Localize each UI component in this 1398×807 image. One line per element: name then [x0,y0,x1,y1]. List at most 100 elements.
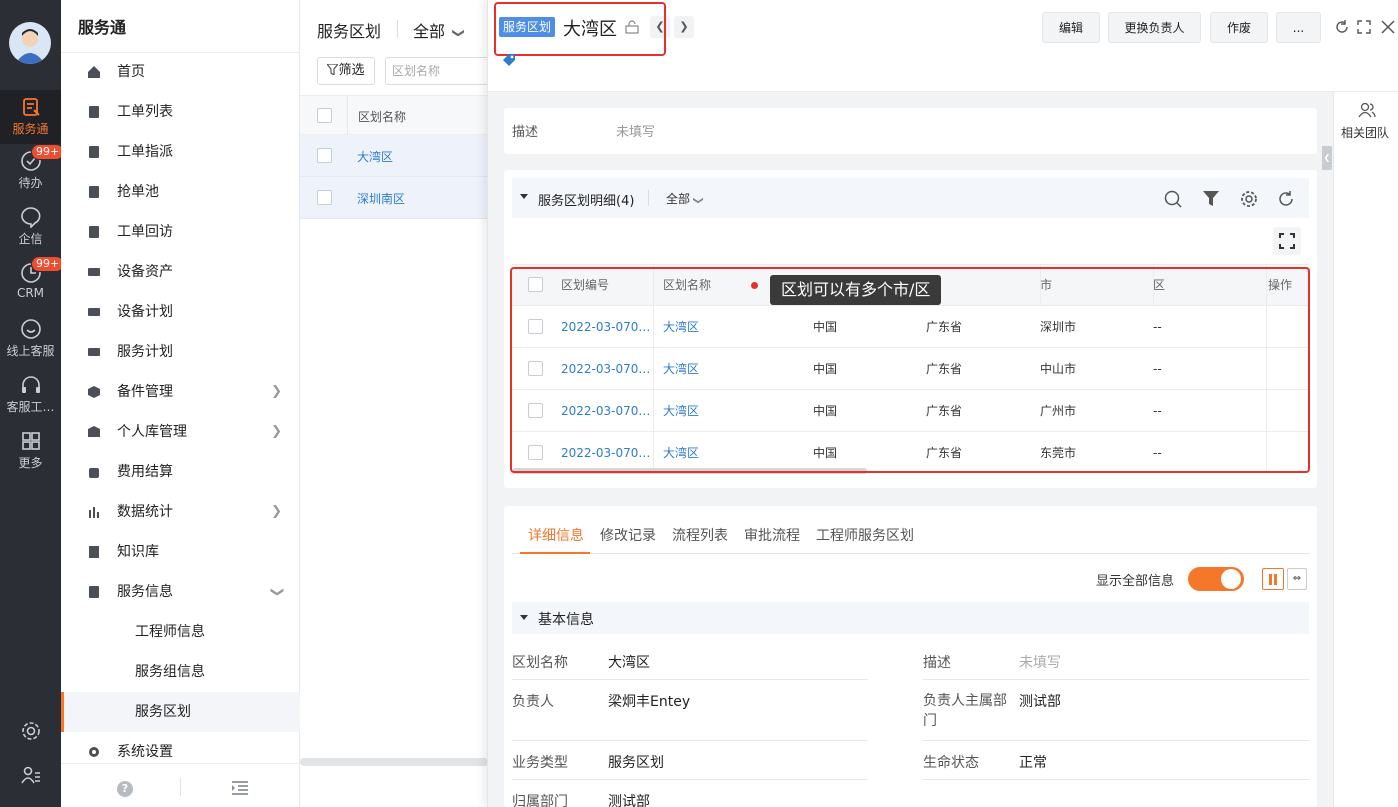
refresh-icon[interactable] [1277,190,1295,208]
rail-item-crm[interactable]: 99+ CRM [0,256,65,310]
menu-label: 数据统计 [117,504,173,520]
rail-label: 企信 [18,232,43,246]
rail-profile[interactable] [0,764,61,788]
refresh-icon[interactable] [1335,20,1349,34]
scope-dropdown[interactable]: 全部 ❯ [413,18,466,42]
help-icon[interactable]: ? [117,781,133,797]
menu-item-service-group[interactable]: 服务组信息 [61,652,300,692]
filter-label: 筛选 [338,63,365,78]
side-menu: 服务通 首页 工单列表 工单指派 抢单池 工单回访 设备资产 设备计划 服务计划… [61,0,300,807]
field-label: 区划名称 [512,655,568,671]
next-record-button[interactable]: ❯ [674,16,694,38]
user-avatar[interactable] [9,22,51,64]
filter-button[interactable]: 筛选 [317,57,375,85]
menu-label: 工单指派 [117,144,173,160]
rail-item-online-service[interactable]: 线上客服 [0,318,61,366]
region-link[interactable]: 大湾区 [357,148,393,165]
tab-details[interactable]: 详细信息 [528,525,584,545]
menu-item-engineer[interactable]: 工程师信息 [61,612,300,652]
subtable-scope-dropdown[interactable]: 全部 ❯ [666,190,704,207]
table-highlight-box [510,267,1310,473]
menu-item-service-info[interactable]: 服务信息 ❯ [61,572,300,612]
row-checkbox[interactable] [317,190,332,205]
scope-value: 全部 [413,22,446,41]
rail-item-chat[interactable]: 企信 [0,206,61,254]
change-owner-button[interactable]: 更换负责人 [1108,12,1201,43]
menu-item-revisit[interactable]: 工单回访 [61,212,300,252]
menu-item-assign[interactable]: 工单指派 [61,132,300,172]
void-button[interactable]: 作废 [1210,12,1268,43]
menu-label: 设备资产 [117,264,173,280]
gear-icon[interactable] [1240,190,1258,208]
menu-item-home[interactable]: 首页 [61,52,300,92]
rail-item-todo[interactable]: 99+ 待办 [0,144,65,198]
desc-label: 描述 [512,125,539,140]
select-all-checkbox[interactable] [317,108,332,123]
tag-icon[interactable] [501,52,517,68]
search-input[interactable]: 区划名称 [385,57,495,85]
menu-item-service-region[interactable]: 服务区划 [61,692,300,732]
row-checkbox[interactable] [317,148,332,163]
tab-history[interactable]: 修改记录 [600,525,656,545]
menu-label: 知识库 [117,544,159,560]
rail-item-more[interactable]: 更多 [0,430,61,478]
show-all-toggle[interactable] [1188,567,1244,591]
menu-item-personal-lib[interactable]: 个人库管理 ❯ [61,412,300,452]
close-icon[interactable] [1381,20,1395,34]
field-label: 描述 [923,655,951,671]
menu-item-grab-pool[interactable]: 抢单池 [61,172,300,212]
menu-item-orders[interactable]: 工单列表 [61,92,300,132]
single-column-view-button[interactable]: ⇔ [1287,568,1307,590]
tab-bar: 详细信息 修改记录 流程列表 审批流程 工程师服务区划 [512,506,1309,554]
list-item[interactable]: 深圳南区 [300,177,488,219]
collapse-side-handle[interactable]: ❯ [1322,146,1332,170]
service-icon [22,98,40,116]
rail-item-headset[interactable]: 客服工… [0,374,61,422]
region-detail-card: 服务区划明细(4) 全部 ❯ 区划编号 区划名称 国家 省 市 区 操作 [504,170,1317,488]
menu-item-knowledge[interactable]: 知识库 [61,532,300,572]
more-button[interactable]: ... [1276,12,1321,43]
horizontal-scrollbar[interactable] [300,758,488,766]
related-team-panel[interactable]: 相关团队 [1333,92,1398,807]
tab-approval[interactable]: 审批流程 [744,525,800,545]
menu-item-device-plan[interactable]: 设备计划 [61,292,300,332]
column-header: 区划名称 [358,110,407,124]
search-icon[interactable] [1164,190,1182,208]
list-item[interactable]: 大湾区 [300,135,488,177]
menu-title: 服务通 [78,18,127,37]
related-team-label: 相关团队 [1341,126,1390,140]
rail-label: 服务通 [12,122,49,136]
edit-button[interactable]: 编辑 [1042,12,1100,43]
menu-item-assets[interactable]: 设备资产 [61,252,300,292]
expand-table-button[interactable] [1273,227,1301,255]
chevron-right-icon: ❯ [271,384,282,399]
menu-label: 工单回访 [117,224,173,240]
expand-icon [1279,233,1295,249]
user-list-icon [20,766,40,784]
section-header[interactable]: 基本信息 [512,602,1309,634]
collapse-menu-icon[interactable] [231,780,249,796]
field-label: 业务类型 [512,755,568,771]
menu-item-statistics[interactable]: 数据统计 ❯ [61,492,300,532]
grab-icon [89,186,99,198]
list-title: 服务区划 [317,22,382,41]
menu-item-service-plan[interactable]: 服务计划 [61,332,300,372]
tab-engineer-region[interactable]: 工程师服务区划 [816,525,914,545]
collapse-caret-icon[interactable] [520,194,528,199]
tab-process-list[interactable]: 流程列表 [672,525,728,545]
field-value: 测试部 [608,794,650,807]
menu-item-settlement[interactable]: 费用结算 [61,452,300,492]
rail-item-service[interactable]: 服务通 [0,90,61,144]
two-column-view-button[interactable] [1262,568,1284,590]
region-link[interactable]: 深圳南区 [357,190,405,207]
rail-settings[interactable] [0,720,61,744]
filter-icon[interactable] [1202,190,1220,208]
menu-item-spare-parts[interactable]: 备件管理 ❯ [61,372,300,412]
money-icon [89,468,99,478]
fullscreen-icon[interactable] [1357,20,1371,34]
menu-label: 设备计划 [117,304,173,320]
app-rail: 服务通 99+ 待办 企信 99+ CRM 线上客服 客服工… 更多 [0,0,65,807]
subtable-scope: 全部 [666,192,691,206]
field-value: 大湾区 [608,655,650,671]
plan-icon [88,308,100,316]
